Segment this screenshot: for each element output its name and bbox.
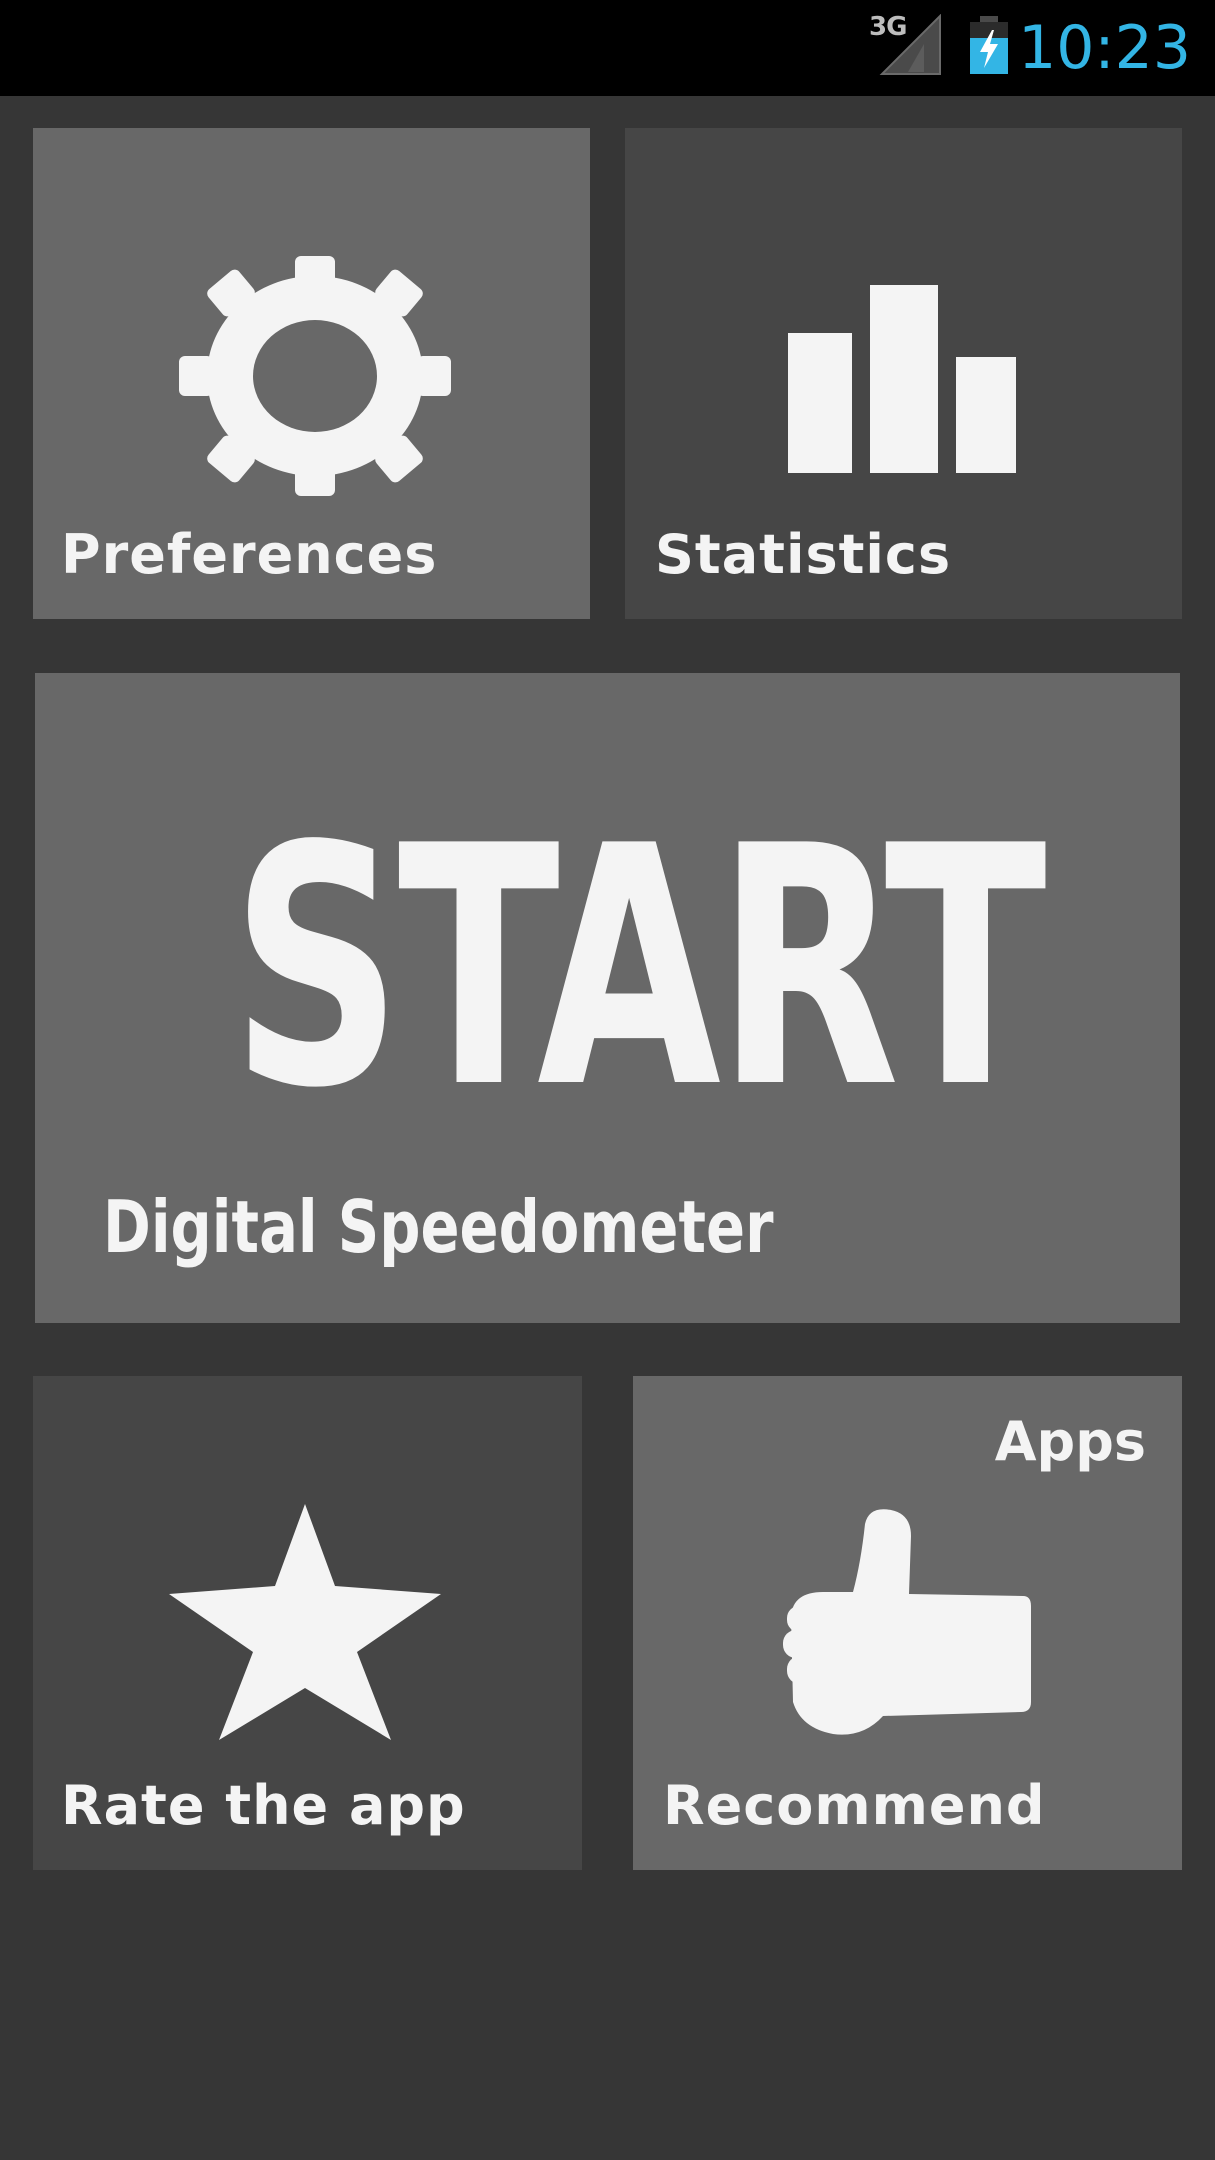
status-bar: 3G 10:23 xyxy=(0,0,1215,96)
start-subtitle: Digital Speedometer xyxy=(103,1185,774,1269)
status-clock: 10:23 xyxy=(1018,13,1191,83)
apps-label: Apps xyxy=(994,1410,1146,1473)
preferences-tile[interactable]: Preferences xyxy=(33,128,590,619)
star-icon xyxy=(169,1504,441,1740)
thumbs-up-icon xyxy=(783,1509,1031,1735)
start-label: START xyxy=(231,776,1047,1160)
statistics-label: Statistics xyxy=(655,523,952,586)
start-tile[interactable]: START Digital Speedometer xyxy=(35,673,1180,1323)
rate-the-app-label: Rate the app xyxy=(61,1774,466,1837)
recommend-label: Recommend xyxy=(663,1774,1046,1837)
rate-the-app-tile[interactable]: Rate the app xyxy=(33,1376,582,1870)
recommend-tile[interactable]: Apps Recommend xyxy=(633,1376,1182,1870)
bar-chart-icon xyxy=(788,285,1016,473)
gear-icon xyxy=(179,256,451,496)
statistics-tile[interactable]: Statistics xyxy=(625,128,1182,619)
preferences-label: Preferences xyxy=(61,523,438,586)
battery-charging-icon xyxy=(970,16,1008,74)
signal-icon xyxy=(879,14,941,75)
